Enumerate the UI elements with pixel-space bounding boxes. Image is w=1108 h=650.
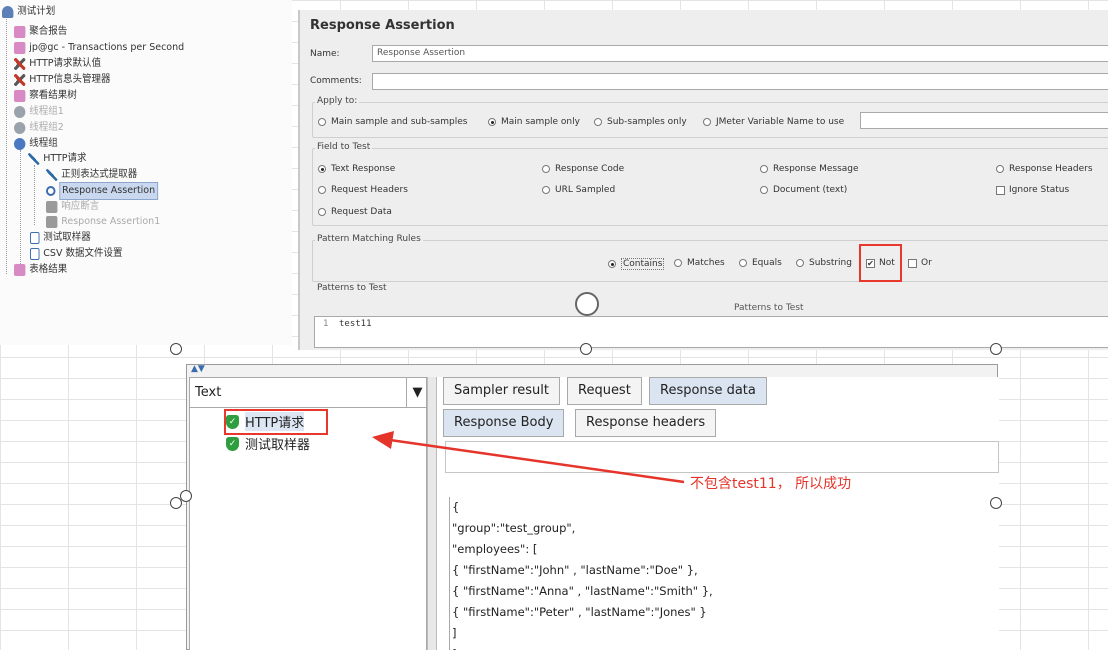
annotation-arrow-icon	[372, 431, 685, 484]
annotation-text: 不包含test11， 所以成功	[690, 476, 852, 492]
